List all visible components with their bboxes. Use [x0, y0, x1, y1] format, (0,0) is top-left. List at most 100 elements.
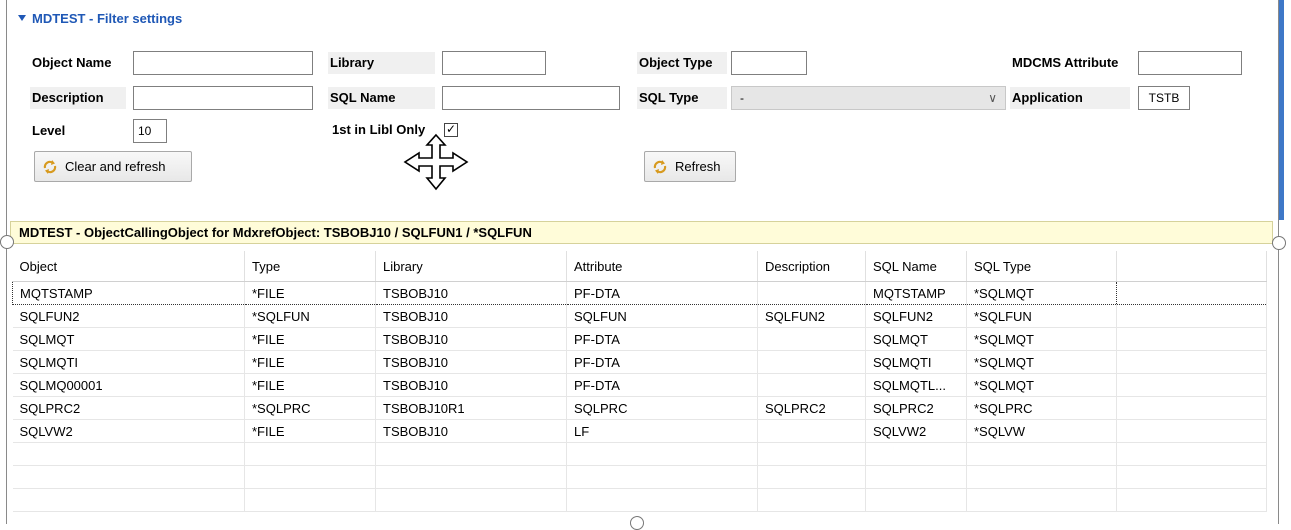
object-type-input[interactable]	[731, 51, 807, 75]
filter-section-toggle[interactable]: MDTEST - Filter settings	[18, 11, 182, 26]
table-row[interactable]	[12, 465, 1267, 489]
results-table: Object Type Library Attribute Descriptio…	[12, 251, 1267, 512]
table-cell: TSBOBJ10R1	[375, 396, 567, 420]
table-cell	[1116, 350, 1267, 374]
column-header-attribute[interactable]: Attribute	[566, 251, 758, 282]
table-cell	[1116, 327, 1267, 351]
table-cell: *SQLMQT	[966, 350, 1117, 374]
table-cell: *SQLMQT	[966, 281, 1117, 305]
column-header-filler	[1116, 251, 1267, 282]
table-cell	[1116, 442, 1267, 466]
table-cell: *FILE	[244, 373, 376, 397]
table-row[interactable]	[12, 488, 1267, 512]
column-header-library[interactable]: Library	[375, 251, 567, 282]
table-cell	[244, 442, 376, 466]
sql-name-input[interactable]	[442, 86, 620, 110]
table-header-row: Object Type Library Attribute Descriptio…	[12, 251, 1267, 282]
library-label: Library	[328, 52, 435, 74]
refresh-icon	[653, 160, 667, 174]
table-cell: SQLVW2	[12, 419, 245, 443]
table-cell: LF	[566, 419, 758, 443]
sash-handle-bottom[interactable]	[630, 516, 644, 530]
table-cell	[244, 488, 376, 512]
table-cell: PF-DTA	[566, 327, 758, 351]
table-cell	[757, 373, 866, 397]
table-row[interactable]: SQLVW2 *FILE TSBOBJ10 LF SQLVW2 *SQLVW	[12, 419, 1267, 443]
sql-name-label: SQL Name	[328, 87, 435, 109]
table-cell: *SQLPRC	[966, 396, 1117, 420]
table-cell: SQLPRC2	[865, 396, 967, 420]
sql-type-label: SQL Type	[637, 87, 727, 109]
refresh-button[interactable]: Refresh	[644, 151, 736, 182]
table-row[interactable]: SQLMQ00001 *FILE TSBOBJ10 PF-DTA SQLMQTL... *…	[12, 373, 1267, 397]
table-cell: *FILE	[244, 419, 376, 443]
table-cell	[12, 488, 245, 512]
table-cell: *SQLFUN	[244, 304, 376, 328]
mdcms-attribute-input[interactable]	[1138, 51, 1242, 75]
mdcms-attribute-label: MDCMS Attribute	[1012, 55, 1119, 70]
table-cell	[1116, 281, 1267, 305]
move-cursor-icon	[403, 133, 469, 191]
table-row[interactable]: SQLFUN2 *SQLFUN TSBOBJ10 SQLFUN SQLFUN2 SQLFU…	[12, 304, 1267, 328]
refresh-label: Refresh	[675, 159, 721, 174]
table-cell: SQLFUN2	[865, 304, 967, 328]
table-row[interactable]	[12, 442, 1267, 466]
sash-handle-left[interactable]	[0, 235, 14, 249]
table-cell: *SQLFUN	[966, 304, 1117, 328]
table-cell: SQLFUN	[566, 304, 758, 328]
table-cell: SQLPRC2	[12, 396, 245, 420]
table-cell: TSBOBJ10	[375, 281, 567, 305]
column-header-sql-type[interactable]: SQL Type	[966, 251, 1117, 282]
table-cell	[12, 442, 245, 466]
table-cell: SQLMQT	[12, 327, 245, 351]
table-row[interactable]: SQLMQTI *FILE TSBOBJ10 PF-DTA SQLMQTI *SQLMQT	[12, 350, 1267, 374]
description-input[interactable]	[133, 86, 313, 110]
table-cell: SQLMQTI	[12, 350, 245, 374]
table-cell	[1116, 373, 1267, 397]
table-cell	[244, 465, 376, 489]
column-header-object[interactable]: Object	[12, 251, 245, 282]
table-cell	[966, 488, 1117, 512]
object-name-input[interactable]	[133, 51, 313, 75]
table-cell: MQTSTAMP	[865, 281, 967, 305]
column-header-type[interactable]: Type	[244, 251, 376, 282]
table-cell	[12, 465, 245, 489]
table-cell	[1116, 419, 1267, 443]
sash-handle-right[interactable]	[1272, 236, 1286, 250]
table-cell: SQLMQTL...	[865, 373, 967, 397]
table-row[interactable]: SQLPRC2 *SQLPRC TSBOBJ10R1 SQLPRC SQLPRC2 SQL…	[12, 396, 1267, 420]
table-cell: TSBOBJ10	[375, 350, 567, 374]
table-cell: TSBOBJ10	[375, 327, 567, 351]
table-cell	[757, 281, 866, 305]
table-cell: *FILE	[244, 281, 376, 305]
clear-and-refresh-button[interactable]: Clear and refresh	[34, 151, 192, 182]
table-cell	[566, 465, 758, 489]
level-input[interactable]: 10	[133, 119, 167, 143]
table-cell: SQLMQ00001	[12, 373, 245, 397]
sql-type-select[interactable]: - ∨	[731, 86, 1006, 110]
table-cell: PF-DTA	[566, 373, 758, 397]
table-cell	[757, 419, 866, 443]
table-cell: MQTSTAMP	[12, 281, 245, 305]
table-cell: SQLMQT	[865, 327, 967, 351]
table-cell	[375, 442, 567, 466]
column-header-sql-name[interactable]: SQL Name	[865, 251, 967, 282]
library-input[interactable]	[442, 51, 546, 75]
table-cell	[865, 465, 967, 489]
table-cell	[375, 465, 567, 489]
object-type-label: Object Type	[637, 52, 727, 74]
table-cell	[966, 442, 1117, 466]
table-cell: SQLPRC2	[757, 396, 866, 420]
table-cell	[757, 327, 866, 351]
application-input[interactable]: TSTB	[1138, 86, 1190, 110]
table-row[interactable]: SQLMQT *FILE TSBOBJ10 PF-DTA SQLMQT *SQLMQT	[12, 327, 1267, 351]
table-cell: *FILE	[244, 350, 376, 374]
table-cell: *SQLMQT	[966, 327, 1117, 351]
description-label: Description	[30, 87, 126, 109]
application-label: Application	[1010, 87, 1130, 109]
table-row[interactable]: MQTSTAMP *FILE TSBOBJ10 PF-DTA MQTSTAMP *SQLM…	[12, 281, 1267, 305]
table-cell	[757, 442, 866, 466]
refresh-icon	[43, 160, 57, 174]
column-header-description[interactable]: Description	[757, 251, 866, 282]
level-label: Level	[32, 123, 66, 138]
